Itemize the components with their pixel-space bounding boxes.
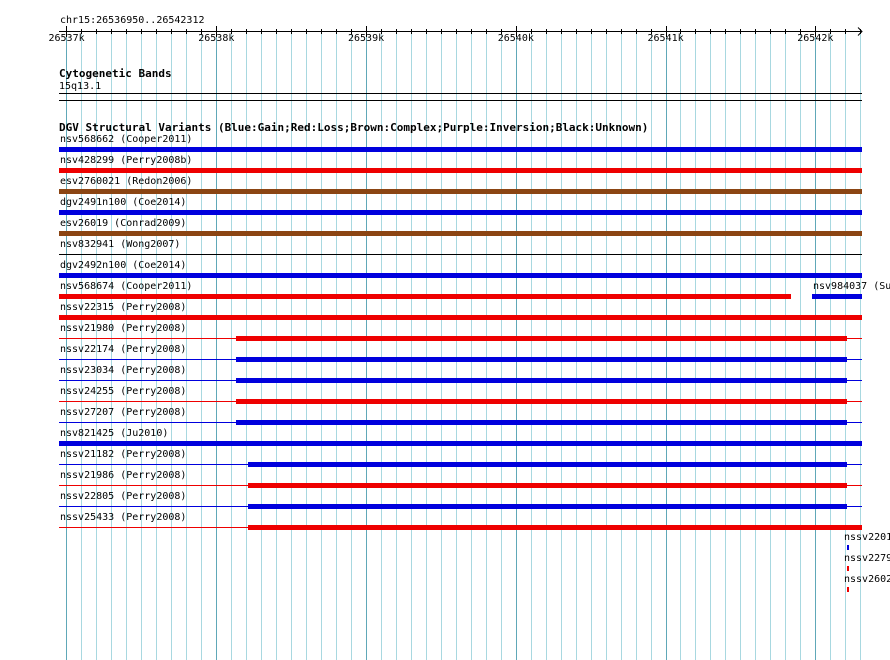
variant-bar[interactable] [59,210,862,215]
variant-bar[interactable] [59,315,862,320]
variant-bar[interactable] [248,525,862,530]
variant-label[interactable]: nssv22315 (Perry2008) [60,302,186,314]
variant-label[interactable]: nsv821425 (Ju2010) [60,428,168,440]
variant-bar[interactable] [59,441,862,446]
variant-label[interactable]: nsv428299 (Perry2008b) [60,155,192,167]
variant-label[interactable]: nsv568662 (Cooper2011) [60,134,192,146]
variant-label[interactable]: nssv21182 (Perry2008) [60,449,186,461]
variant-label[interactable]: esv2760021 (Redon2006) [60,176,192,188]
variant-label[interactable]: nssv22805 (Perry2008) [60,491,186,503]
ruler-tick-label: 26538k [198,33,235,44]
variant-bar[interactable] [59,147,862,152]
variant-bar[interactable] [236,378,847,383]
variant-bar[interactable] [59,273,862,278]
track-divider [59,100,862,101]
variant-bar[interactable] [59,168,862,173]
variant-label[interactable]: dgv2491n100 (Coe2014) [60,197,186,209]
ruler-tick-label: 26539k [348,33,385,44]
variant-bar[interactable] [248,504,847,509]
variant-label[interactable]: nssv2602 [844,574,890,586]
ruler-tick-label: 26542k [797,33,834,44]
variant-bar[interactable] [236,399,847,404]
variant-bar[interactable] [59,189,862,194]
variant-label[interactable]: nssv23034 (Perry2008) [60,365,186,377]
variant-bar[interactable] [236,420,847,425]
variant-label[interactable]: nssv25433 (Perry2008) [60,512,186,524]
variant-label[interactable]: nssv22174 (Perry2008) [60,344,186,356]
variant-bar[interactable] [59,294,791,299]
variant-bar[interactable] [812,294,862,299]
dgv-track-title: DGV Structural Variants (Blue:Gain;Red:L… [59,121,649,134]
ruler-tick-label: 26540k [497,33,534,44]
ruler-axis [59,26,863,37]
variant-label[interactable]: nssv24255 (Perry2008) [60,386,186,398]
variant-bar[interactable] [236,336,847,341]
variant-bar[interactable] [248,462,847,467]
variant-label[interactable]: nssv2279 [844,553,890,565]
variant-label[interactable]: nssv27207 (Perry2008) [60,407,186,419]
variant-label[interactable]: nsv984037 (Su [813,281,890,293]
variant-bar[interactable] [847,545,849,550]
variant-label[interactable]: nssv21986 (Perry2008) [60,470,186,482]
variant-bar[interactable] [847,566,849,571]
variant-bar[interactable] [59,254,862,255]
cyto-track-title: Cytogenetic Bands [59,67,172,80]
variant-label[interactable]: nsv568674 (Cooper2011) [60,281,192,293]
ruler-tick-label: 26541k [647,33,684,44]
variant-label[interactable]: nssv2201 [844,532,890,544]
variant-label[interactable]: nssv21980 (Perry2008) [60,323,186,335]
variant-bar[interactable] [847,587,849,592]
variant-label[interactable]: dgv2492n100 (Coe2014) [60,260,186,272]
variant-bar[interactable] [248,483,847,488]
variant-bar[interactable] [59,231,862,236]
variant-label[interactable]: esv26019 (Conrad2009) [60,218,186,230]
ruler-tick-label: 26537k [48,33,85,44]
variant-label[interactable]: nsv832941 (Wong2007) [60,239,180,251]
cyto-band-label: 15q13.1 [59,81,102,92]
cyto-band-line [59,93,862,94]
variant-bar[interactable] [236,357,847,362]
